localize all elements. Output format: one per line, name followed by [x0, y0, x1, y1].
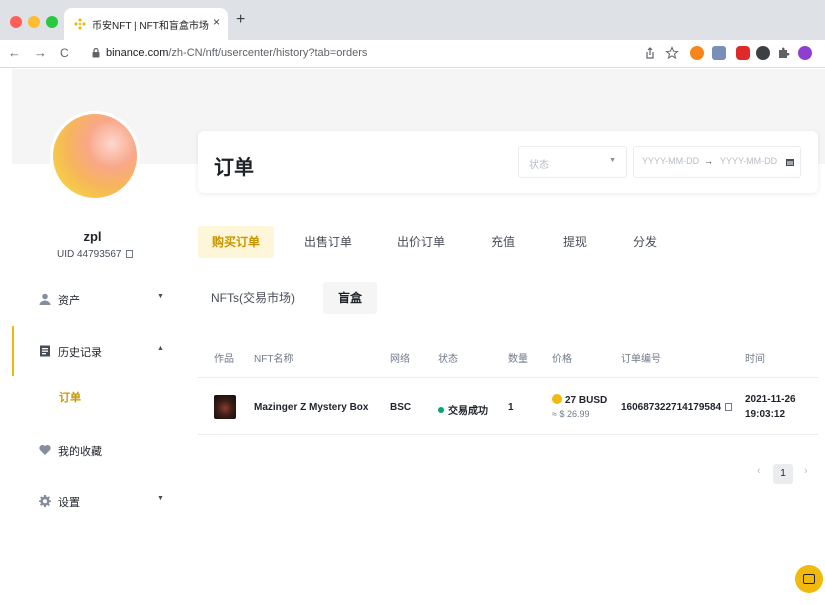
window-zoom-button[interactable]: [46, 16, 58, 28]
tab-title: 币安NFT | NFT和盲盒市场: [92, 21, 209, 32]
caret-down-icon: ▼: [609, 157, 616, 164]
sidebar-item-settings[interactable]: 设置 ▼: [12, 484, 185, 520]
status-filter-select[interactable]: 状态 ▼: [518, 146, 627, 178]
status-dot-icon: [438, 407, 444, 413]
sidebar-item-label: 设置: [58, 497, 80, 509]
column-header: 订单编号: [621, 354, 661, 365]
table-divider: [198, 434, 818, 435]
order-date: 2021-11-26: [745, 394, 796, 405]
date-range-picker[interactable]: YYYY-MM-DD → YYYY-MM-DD: [633, 146, 801, 178]
username: zpl: [83, 229, 102, 244]
window-close-button[interactable]: [10, 16, 22, 28]
column-header: 时间: [745, 354, 765, 365]
heart-icon: [39, 444, 51, 455]
nft-thumbnail[interactable]: [214, 395, 236, 419]
back-button[interactable]: ←: [8, 45, 21, 61]
sidebar-item-assets[interactable]: 资产 ▼: [12, 282, 185, 318]
sidebar: zpl UID 44793567 资产 ▼ 历史记录 ▲ 订单 我的收藏 设置 …: [0, 69, 185, 605]
avatar: [50, 111, 140, 201]
column-header: 价格: [552, 354, 572, 365]
date-end-input[interactable]: YYYY-MM-DD: [720, 156, 777, 166]
chevron-down-icon: ▼: [157, 293, 164, 300]
order-time: 19:03:12: [745, 409, 786, 420]
tab-sell-orders[interactable]: 出售订单: [290, 226, 366, 258]
copy-icon[interactable]: [725, 403, 733, 411]
user-icon: [39, 293, 51, 305]
tab-buy-orders[interactable]: 购买订单: [198, 226, 274, 258]
tab-deposit[interactable]: 充值: [480, 226, 526, 258]
status-placeholder: 状态: [529, 160, 549, 171]
sidebar-item-label: 历史记录: [58, 347, 102, 359]
pagination-page-1[interactable]: 1: [773, 464, 793, 484]
user-id: UID 44793567: [57, 249, 133, 260]
column-header: 网络: [390, 354, 410, 365]
busd-coin-icon: [552, 394, 562, 404]
subtab-mystery-box[interactable]: 盲盒: [323, 282, 377, 314]
pagination-prev-button[interactable]: ‹: [757, 465, 761, 477]
binance-logo-icon: [74, 18, 86, 30]
gear-icon: [39, 495, 51, 507]
copy-icon[interactable]: [125, 250, 133, 258]
price-usd: ≈ $ 26.99: [552, 409, 590, 419]
tab-close-icon[interactable]: ×: [213, 15, 220, 29]
column-header: 作品: [214, 354, 234, 365]
page-title: 订单: [214, 157, 254, 179]
new-tab-button[interactable]: +: [236, 12, 245, 28]
column-header: 状态: [438, 354, 458, 365]
puzzle-extensions-icon[interactable]: [776, 46, 790, 60]
quantity: 1: [508, 402, 514, 413]
order-id: 160687322714179584: [621, 402, 733, 413]
browser-toolbar: ← → C binance.com/zh-CN/nft/usercenter/h…: [0, 40, 825, 68]
date-arrow-icon: →: [704, 156, 713, 166]
pagination-next-button[interactable]: ›: [804, 465, 808, 477]
subtab-nft-marketplace[interactable]: NFTs(交易市场): [206, 282, 300, 314]
sidebar-item-favorites[interactable]: 我的收藏: [12, 433, 185, 469]
profile-avatar[interactable]: [798, 46, 812, 60]
url-text: binance.com/zh-CN/nft/usercenter/history…: [106, 47, 368, 59]
tab-bid-orders[interactable]: 出价订单: [383, 226, 459, 258]
price: 27 BUSD: [552, 394, 607, 406]
forward-button[interactable]: →: [34, 45, 47, 61]
support-chat-button[interactable]: [795, 565, 823, 593]
tab-withdraw[interactable]: 提现: [552, 226, 598, 258]
sidebar-item-label: 我的收藏: [58, 446, 102, 458]
chevron-down-icon: ▼: [157, 495, 164, 502]
tab-distribution[interactable]: 分发: [622, 226, 668, 258]
extension-icon[interactable]: [756, 46, 770, 60]
document-icon: [40, 345, 50, 357]
video-extension-icon[interactable]: [736, 46, 750, 60]
chat-icon: [803, 574, 815, 584]
status-badge: 交易成功: [438, 402, 488, 417]
page-body: zpl UID 44793567 资产 ▼ 历史记录 ▲ 订单 我的收藏 设置 …: [0, 69, 825, 605]
nft-name[interactable]: Mazinger Z Mystery Box: [254, 402, 368, 413]
window-minimize-button[interactable]: [28, 16, 40, 28]
column-header: 数量: [508, 354, 528, 365]
address-bar[interactable]: binance.com/zh-CN/nft/usercenter/history…: [88, 44, 648, 64]
date-start-input[interactable]: YYYY-MM-DD: [642, 156, 699, 166]
reload-button[interactable]: C: [60, 45, 69, 61]
table-divider: [198, 377, 818, 378]
chevron-up-icon: ▲: [157, 345, 164, 352]
lock-icon: [92, 48, 100, 58]
extension-icon[interactable]: [712, 46, 726, 60]
sidebar-item-history[interactable]: 历史记录 ▲: [12, 326, 185, 376]
bookmark-star-icon[interactable]: [665, 46, 679, 60]
sidebar-subitem-orders[interactable]: 订单: [59, 389, 81, 405]
network: BSC: [390, 402, 412, 413]
sidebar-item-label: 资产: [58, 295, 80, 307]
orders-header-card: 订单 状态 ▼ YYYY-MM-DD → YYYY-MM-DD: [198, 131, 818, 193]
metamask-extension-icon[interactable]: [690, 46, 704, 60]
share-icon[interactable]: [643, 46, 657, 60]
column-header: NFT名称: [254, 354, 294, 365]
calendar-icon: [786, 159, 794, 166]
browser-tab[interactable]: 币安NFT | NFT和盲盒市场 ×: [64, 8, 228, 40]
browser-tab-bar: 币安NFT | NFT和盲盒市场 × +: [0, 0, 825, 40]
